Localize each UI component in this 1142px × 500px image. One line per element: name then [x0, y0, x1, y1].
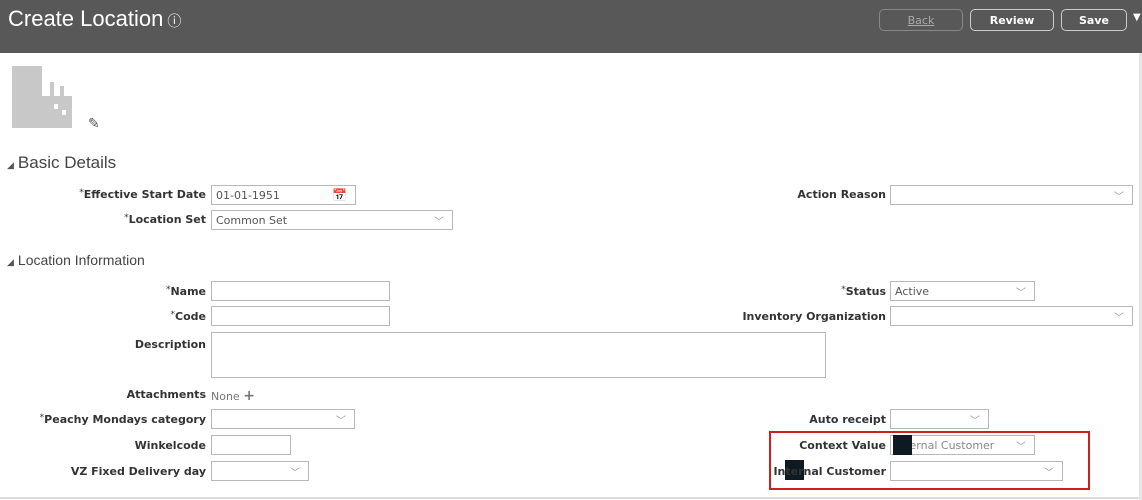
- code-input[interactable]: [211, 306, 390, 326]
- status-select[interactable]: Active ﹀: [890, 281, 1035, 301]
- context-value-label: Context Value: [799, 439, 886, 452]
- action-reason-select[interactable]: ﹀: [890, 185, 1133, 205]
- edit-pencil-icon[interactable]: ✎: [88, 116, 100, 132]
- bottom-divider: [0, 497, 1142, 499]
- chevron-down-icon: ﹀: [290, 468, 300, 479]
- winkelcode-label: Winkelcode: [134, 439, 206, 452]
- chevron-down-icon: ﹀: [1016, 442, 1026, 453]
- building-icon: [12, 66, 72, 128]
- chevron-down-icon: ﹀: [1114, 192, 1124, 203]
- peachy-mondays-label: *Peachy Mondays category: [39, 413, 206, 426]
- effective-start-date-label: *Effective Start Date: [79, 188, 206, 201]
- vz-fixed-delivery-day-select[interactable]: ﹀: [211, 461, 309, 481]
- calendar-icon[interactable]: 📅: [332, 188, 347, 202]
- collapse-triangle-icon: ◢: [7, 257, 14, 267]
- inventory-organization-select[interactable]: ﹀: [890, 306, 1133, 326]
- status-label: *Status: [841, 285, 886, 298]
- save-menu-chevron-icon[interactable]: ▼: [1133, 12, 1141, 23]
- chevron-down-icon: ﹀: [970, 416, 980, 427]
- name-input[interactable]: [211, 281, 390, 301]
- code-label: *Code: [170, 310, 206, 323]
- action-reason-label: Action Reason: [797, 188, 886, 201]
- effective-start-date-input[interactable]: 01-01-1951 📅: [211, 185, 356, 205]
- attachments-label: Attachments: [126, 388, 206, 401]
- chevron-down-icon: ﹀: [434, 217, 444, 228]
- section-title: Basic Details: [17, 153, 117, 172]
- location-set-label: *Location Set: [124, 213, 206, 226]
- chevron-down-icon: ﹀: [1016, 288, 1026, 299]
- attachments-value: None +: [211, 388, 255, 404]
- vz-fixed-delivery-day-label: VZ Fixed Delivery day: [70, 465, 206, 478]
- chevron-down-icon: ﹀: [336, 416, 346, 427]
- section-location-information[interactable]: ◢ Location Information: [7, 252, 145, 268]
- chevron-down-icon: ﹀: [1044, 468, 1054, 479]
- inventory-organization-label: Inventory Organization: [742, 310, 886, 323]
- save-button[interactable]: Save: [1061, 9, 1127, 31]
- section-basic-details[interactable]: ◢ Basic Details: [7, 153, 116, 173]
- chevron-down-icon: ﹀: [1114, 313, 1124, 324]
- internal-customer-select[interactable]: ﹀: [890, 461, 1063, 481]
- description-label: Description: [134, 338, 206, 351]
- internal-customer-label: Internal Customer: [773, 465, 886, 478]
- title-text: Create Location: [8, 6, 164, 31]
- back-button[interactable]: Back: [879, 9, 963, 31]
- name-label: *Name: [165, 285, 206, 298]
- section-title: Location Information: [17, 252, 145, 268]
- peachy-mondays-select[interactable]: ﹀: [211, 409, 355, 429]
- winkelcode-input[interactable]: [211, 435, 291, 455]
- page-title: Create Location ⓘ: [8, 6, 181, 32]
- auto-receipt-label: Auto receipt: [809, 413, 886, 426]
- description-textarea[interactable]: [211, 332, 826, 378]
- add-attachment-icon[interactable]: +: [243, 388, 255, 404]
- auto-receipt-select[interactable]: ﹀: [890, 409, 989, 429]
- redaction-block: [893, 435, 912, 455]
- review-button[interactable]: Review: [970, 9, 1054, 31]
- collapse-triangle-icon: ◢: [7, 160, 14, 170]
- help-icon[interactable]: ⓘ: [167, 13, 181, 29]
- location-set-select[interactable]: Common Set ﹀: [211, 210, 453, 230]
